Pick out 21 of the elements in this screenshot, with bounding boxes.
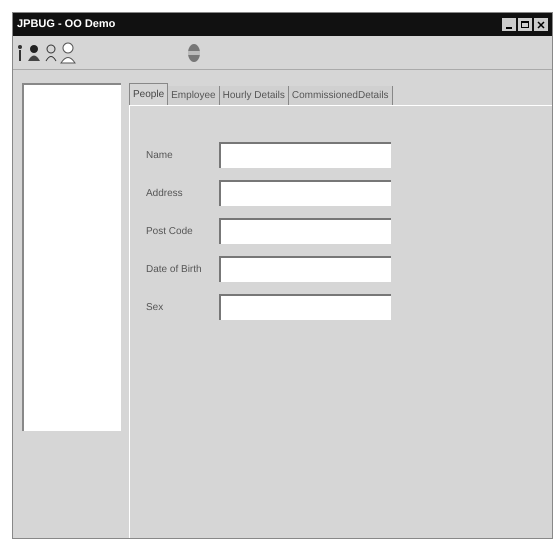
field-label: Name xyxy=(146,148,174,162)
field-label: Date of Birth xyxy=(146,262,203,276)
tab[interactable]: Employee xyxy=(168,86,220,105)
input-field[interactable] xyxy=(219,180,391,206)
window-title: JPBUG - OO Demo xyxy=(17,17,116,32)
input-field[interactable] xyxy=(219,218,391,244)
close-button[interactable] xyxy=(534,18,548,31)
input-field[interactable] xyxy=(219,142,391,168)
field-label: Address xyxy=(146,186,184,200)
tab[interactable]: Hourly Details xyxy=(220,86,289,105)
input-field[interactable] xyxy=(219,294,391,320)
maximize-button[interactable] xyxy=(518,18,532,31)
list-box[interactable] xyxy=(22,83,121,431)
tab[interactable]: CommissionedDetails xyxy=(288,86,393,105)
field-label: Post Code xyxy=(146,224,194,238)
field-label: Sex xyxy=(146,300,164,314)
close-icon xyxy=(537,20,545,28)
tab[interactable]: People xyxy=(129,83,168,105)
globe-icon[interactable] xyxy=(187,42,201,62)
input-field[interactable] xyxy=(219,256,391,282)
minimize-button[interactable] xyxy=(502,18,516,31)
